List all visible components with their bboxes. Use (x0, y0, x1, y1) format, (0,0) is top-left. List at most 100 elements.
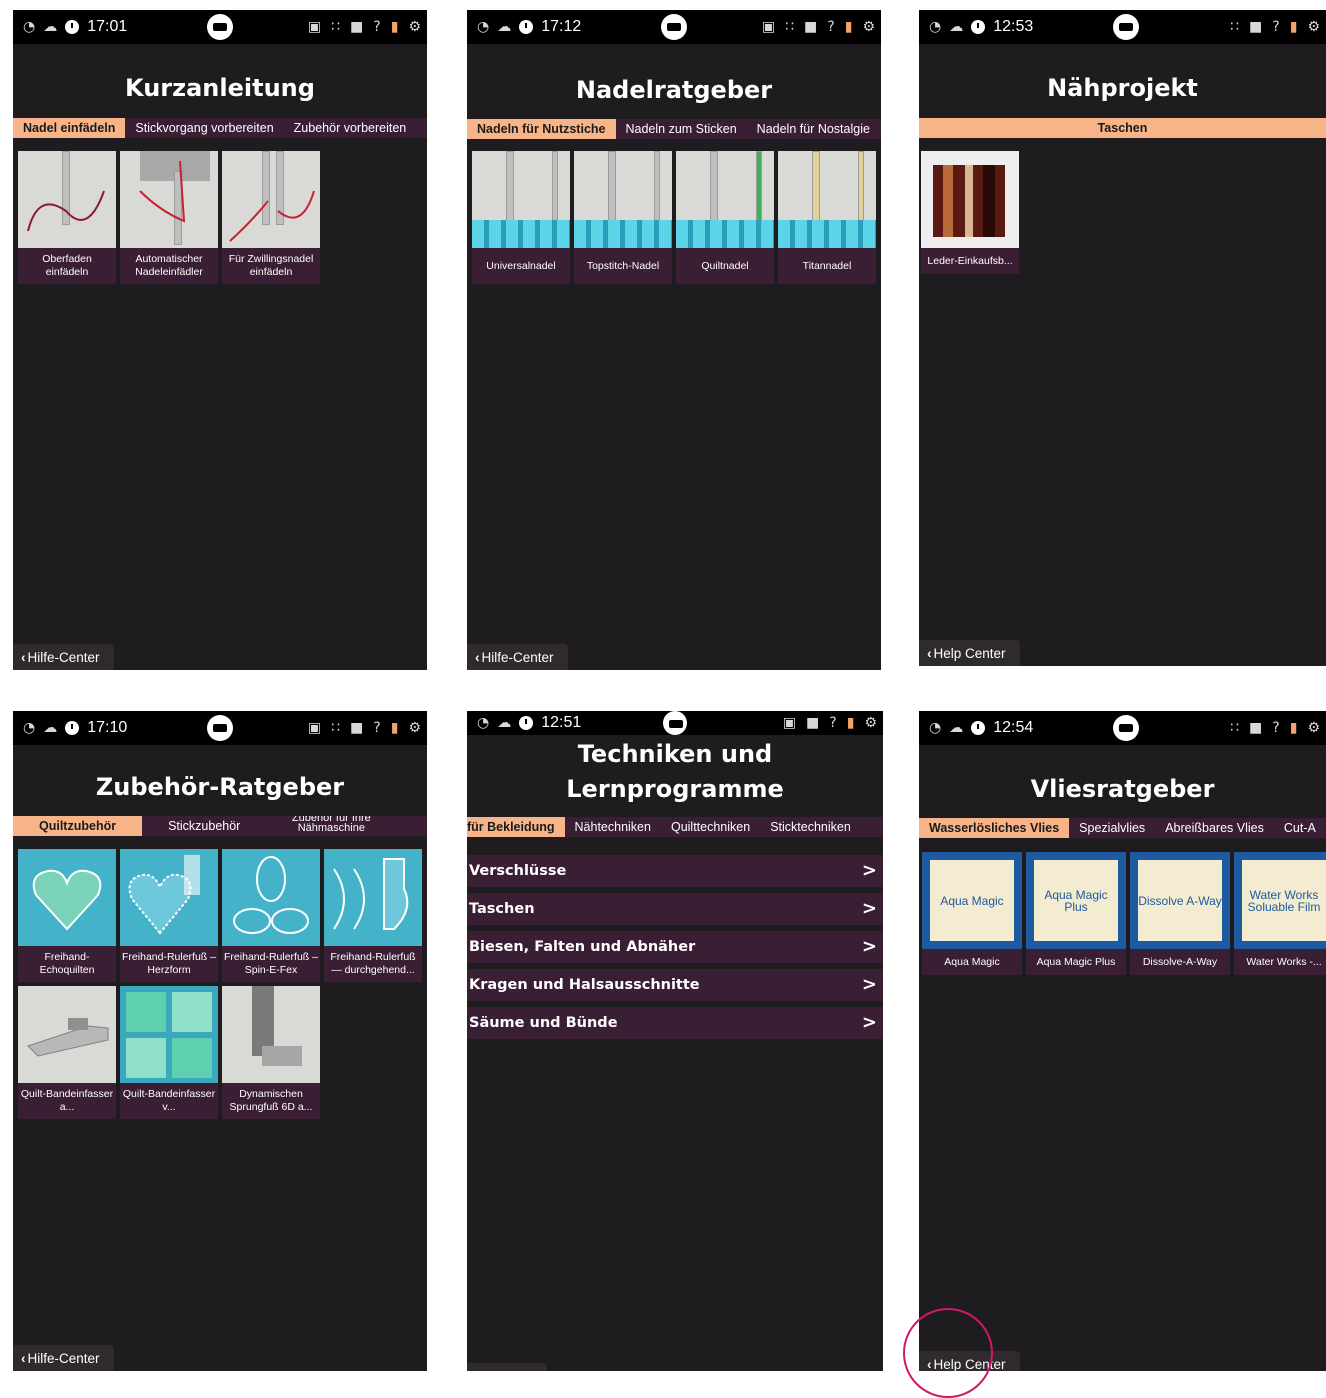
bluetooth-icon[interactable]: ∷ (1230, 721, 1239, 735)
back-button[interactable]: Help Center (919, 640, 1020, 666)
help-icon[interactable]: ? (1272, 721, 1279, 735)
tab-naehmaschine-zubehoer[interactable]: Zubehör für Ihre Nähmaschine (266, 816, 396, 834)
machine-icon[interactable] (1113, 715, 1139, 741)
list-item[interactable]: Biesen, Falten und Abnäher > (467, 931, 883, 963)
help-icon[interactable]: ? (829, 716, 836, 730)
gear-icon[interactable]: ⚙ (408, 721, 421, 735)
book-icon[interactable]: ■ (350, 721, 363, 735)
machine-icon[interactable] (663, 711, 687, 735)
wifi-icon: ◔ (929, 720, 942, 736)
tile-quilt-bandeinfasser-v[interactable]: Quilt-Bandeinfasser v... (120, 986, 218, 1119)
tile-rulerfuss-herzform[interactable]: Freihand-Rulerfuß – Herzform (120, 849, 218, 982)
tab-naehtechniken[interactable]: Nähtechniken (565, 817, 661, 837)
tab-nostalgie[interactable]: Nadeln für Nostalgie (747, 119, 880, 139)
list-item[interactable]: Säume und Bünde > (467, 1007, 883, 1039)
bluetooth-icon[interactable]: ∷ (1230, 20, 1239, 34)
back-button[interactable] (467, 1363, 547, 1371)
thumbnail-label: Aqua Magic Plus (1034, 860, 1118, 941)
notebook-icon[interactable]: ▮ (391, 721, 399, 735)
screen-icon[interactable]: ▣ (308, 721, 321, 735)
list-item-label: Biesen, Falten und Abnäher (469, 939, 696, 955)
tab-bekleidung[interactable]: für Bekleidung (467, 817, 565, 837)
notebook-icon[interactable]: ▮ (391, 20, 399, 34)
back-button[interactable]: Hilfe-Center (13, 1345, 114, 1371)
book-icon[interactable]: ■ (1249, 721, 1262, 735)
gear-icon[interactable]: ⚙ (408, 20, 421, 34)
list-item[interactable]: Taschen > (467, 893, 883, 925)
bluetooth-icon[interactable]: ∷ (331, 721, 340, 735)
tab-sticktechniken[interactable]: Sticktechniken (760, 817, 861, 837)
list-item-label: Verschlüsse (469, 863, 567, 879)
book-icon[interactable]: ■ (350, 20, 363, 34)
thumbnail-label: Aqua Magic (930, 860, 1014, 941)
tile-universalnadel[interactable]: Universalnadel (472, 151, 570, 284)
tile-rulerfuss-spin-e-fex[interactable]: Freihand-Rulerfuß – Spin-E-Fex (222, 849, 320, 982)
tile-label: Dissolve-A-Way (1142, 955, 1218, 968)
tile-oberfaden[interactable]: Oberfaden einfädeln (18, 151, 116, 284)
wifi-icon: ◔ (477, 715, 490, 731)
tile-leder-einkaufsbeutel[interactable]: Leder-Einkaufsb... (921, 151, 1019, 274)
bluetooth-icon[interactable]: ∷ (785, 20, 794, 34)
tab-quiltzubehoer[interactable]: Quiltzubehör (13, 816, 143, 836)
machine-icon[interactable] (661, 14, 687, 40)
tab-wasserloesliches-vlies[interactable]: Wasserlösliches Vlies (919, 818, 1070, 838)
tab-abreissbares-vlies[interactable]: Abreißbares Vlies (1155, 818, 1274, 838)
tab-quilttechniken[interactable]: Quilttechniken (661, 817, 760, 837)
status-time: 17:12 (541, 18, 582, 35)
book-icon[interactable]: ■ (804, 20, 817, 34)
back-button[interactable]: Hilfe-Center (467, 644, 568, 670)
machine-icon[interactable] (1113, 14, 1139, 40)
tile-dissolve-a-way[interactable]: Dissolve A-Way Dissolve-A-Way (1130, 852, 1230, 975)
page-title: Zubehör-Ratgeber (95, 773, 345, 801)
book-icon[interactable]: ■ (1249, 20, 1262, 34)
tab-nutzstiche[interactable]: Nadeln für Nutzstiche (467, 119, 616, 139)
tile-aqua-magic[interactable]: Aqua Magic Aqua Magic (922, 852, 1022, 975)
status-bar: ◔ ☁ 12:53 ∷ ■ ? ▮ ⚙ (919, 10, 1326, 44)
tab-nadel-einfaedeln[interactable]: Nadel einfädeln (13, 118, 126, 138)
tile-dynamischer-sprungfuss[interactable]: Dynamischen Sprungfuß 6D a... (222, 986, 320, 1119)
help-icon[interactable]: ? (373, 20, 380, 34)
machine-icon[interactable] (207, 14, 233, 40)
tile-automatischer-einfaedler[interactable]: Automatischer Nadeleinfädler (120, 151, 218, 284)
thumbnail: Aqua Magic Plus (1026, 852, 1126, 949)
cloud-icon: ☁ (43, 720, 58, 736)
machine-icon[interactable] (207, 715, 233, 741)
gear-icon[interactable]: ⚙ (1307, 721, 1320, 735)
tile-zwillingsnadel[interactable]: Für Zwillingsnadel einfädeln (222, 151, 320, 284)
screen-icon[interactable]: ▣ (762, 20, 775, 34)
screen-icon[interactable]: ▣ (783, 716, 796, 730)
help-icon[interactable]: ? (1272, 20, 1279, 34)
tile-quilt-bandeinfasser-a[interactable]: Quilt-Bandeinfasser a... (18, 986, 116, 1119)
gear-icon[interactable]: ⚙ (862, 20, 875, 34)
tile-quiltnadel[interactable]: Quiltnadel (676, 151, 774, 284)
tile-label: Oberfaden einfädeln (42, 253, 92, 278)
tile-aqua-magic-plus[interactable]: Aqua Magic Plus Aqua Magic Plus (1026, 852, 1126, 975)
tile-echoquilten[interactable]: Freihand-Echoquilten (18, 849, 116, 982)
tab-taschen[interactable]: Taschen (1087, 118, 1158, 138)
notebook-icon[interactable]: ▮ (845, 20, 853, 34)
gear-icon[interactable]: ⚙ (1307, 20, 1320, 34)
gear-icon[interactable]: ⚙ (864, 716, 877, 730)
book-icon[interactable]: ■ (806, 716, 819, 730)
tile-topstitch-nadel[interactable]: Topstitch-Nadel (574, 151, 672, 284)
tab-spezialvlies[interactable]: Spezialvlies (1069, 818, 1155, 838)
notebook-icon[interactable]: ▮ (847, 716, 855, 730)
help-icon[interactable]: ? (827, 20, 834, 34)
notebook-icon[interactable]: ▮ (1290, 721, 1298, 735)
list-item[interactable]: Verschlüsse > (467, 855, 883, 887)
tab-stickvorgang[interactable]: Stickvorgang vorbereiten (125, 118, 283, 138)
tab-sticken[interactable]: Nadeln zum Sticken (616, 119, 747, 139)
tab-cut-a[interactable]: Cut-A (1274, 818, 1326, 838)
notebook-icon[interactable]: ▮ (1290, 20, 1298, 34)
help-icon[interactable]: ? (373, 721, 380, 735)
screen-icon[interactable]: ▣ (308, 20, 321, 34)
back-button[interactable]: Hilfe-Center (13, 644, 114, 670)
tab-stickzubehoer[interactable]: Stickzubehör (142, 816, 266, 836)
tile-water-works[interactable]: Water Works Soluable Film Water Works -.… (1234, 852, 1326, 975)
bluetooth-icon[interactable]: ∷ (331, 20, 340, 34)
tab-zubehoer[interactable]: Zubehör vorbereiten (284, 118, 417, 138)
tile-titannadel[interactable]: Titannadel (778, 151, 876, 284)
list-item[interactable]: Kragen und Halsausschnitte > (467, 969, 883, 1001)
page-title: Nähprojekt (1047, 74, 1198, 102)
tile-rulerfuss-durchgehend[interactable]: Freihand-Rulerfuß — durchgehend... (324, 849, 422, 982)
